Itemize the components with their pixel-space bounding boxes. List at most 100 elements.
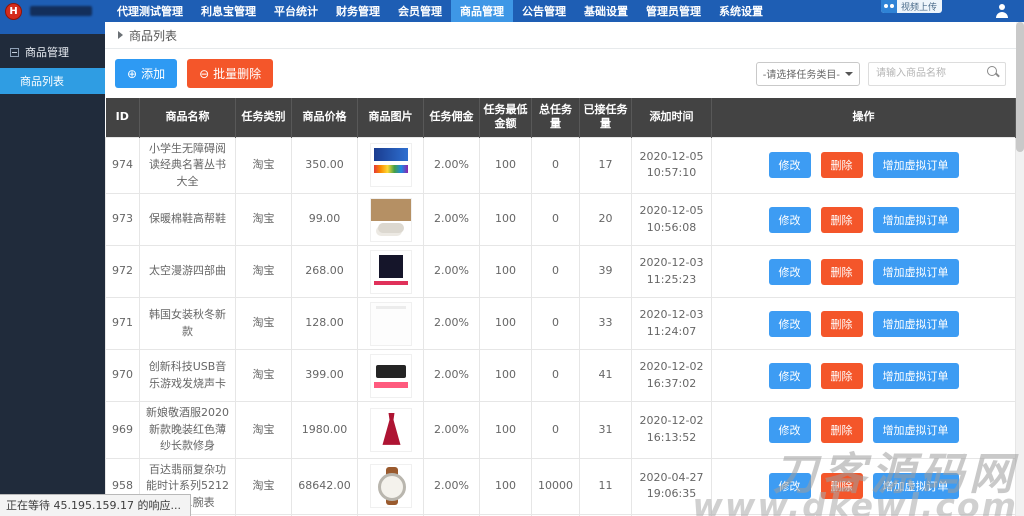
cell-actions: 修改删除增加虚拟订单 <box>712 458 1016 515</box>
search-input[interactable] <box>868 62 1006 86</box>
cell-total: 0 <box>532 402 580 459</box>
cell-time: 2020-04-27 19:06:35 <box>632 458 712 515</box>
column-header: 已接任务量 <box>580 98 632 137</box>
nav-item-1[interactable]: 代理测试管理 <box>108 0 192 22</box>
search-icon[interactable] <box>987 66 1000 79</box>
nav-item-6[interactable]: 商品管理 <box>451 0 513 22</box>
cell-total: 0 <box>532 194 580 246</box>
delete-button[interactable]: 删除 <box>821 417 863 443</box>
content-area: 商品列表 ⊕ 添加 ⊖ 批量删除 -请选择任务类目- ID商品名称任 <box>105 22 1016 516</box>
add-virtual-order-button[interactable]: 增加虚拟订单 <box>873 417 959 443</box>
table-row: 974小学生无障碍阅读经典名著丛书大全淘宝350.002.00%10001720… <box>106 137 1016 194</box>
cell-accepted: 20 <box>580 194 632 246</box>
cell-id: 974 <box>106 137 140 194</box>
column-header: 总任务量 <box>532 98 580 137</box>
cell-product-image <box>358 458 424 515</box>
cell-commission: 2.00% <box>424 458 480 515</box>
edit-button[interactable]: 修改 <box>769 259 811 285</box>
delete-button[interactable]: 删除 <box>821 473 863 499</box>
cell-commission: 2.00% <box>424 350 480 402</box>
user-icon[interactable] <box>994 4 1010 18</box>
delete-button[interactable]: 删除 <box>821 207 863 233</box>
cell-accepted: 31 <box>580 402 632 459</box>
cell-id: 972 <box>106 246 140 298</box>
cell-total: 0 <box>532 298 580 350</box>
delete-button[interactable]: 删除 <box>821 259 863 285</box>
sidebar-group-label: 商品管理 <box>25 44 69 60</box>
cell-commission: 2.00% <box>424 246 480 298</box>
delete-button[interactable]: 删除 <box>821 363 863 389</box>
add-virtual-order-button[interactable]: 增加虚拟订单 <box>873 259 959 285</box>
sidebar-group-product-management[interactable]: 商品管理 <box>0 34 105 68</box>
cell-accepted: 33 <box>580 298 632 350</box>
nav-item-7[interactable]: 公告管理 <box>513 0 575 22</box>
edit-button[interactable]: 修改 <box>769 311 811 337</box>
cell-type: 淘宝 <box>236 350 292 402</box>
cell-actions: 修改删除增加虚拟订单 <box>712 402 1016 459</box>
cell-accepted: 39 <box>580 246 632 298</box>
table-row: 972太空漫游四部曲淘宝268.002.00%1000392020-12-03 … <box>106 246 1016 298</box>
cell-name: 韩国女装秋冬新款 <box>140 298 236 350</box>
edit-button[interactable]: 修改 <box>769 473 811 499</box>
cell-actions: 修改删除增加虚拟订单 <box>712 350 1016 402</box>
add-virtual-order-button[interactable]: 增加虚拟订单 <box>873 473 959 499</box>
sidebar: 商品管理 商品列表 <box>0 22 105 516</box>
search-box <box>868 61 1006 86</box>
cell-type: 淘宝 <box>236 402 292 459</box>
cell-type: 淘宝 <box>236 194 292 246</box>
cell-min_amount: 100 <box>480 194 532 246</box>
scrollbar-thumb[interactable] <box>1016 22 1024 152</box>
add-virtual-order-button[interactable]: 增加虚拟订单 <box>873 311 959 337</box>
cell-type: 淘宝 <box>236 246 292 298</box>
video-upload-badge[interactable]: 视频上传 <box>881 0 942 13</box>
nav-item-8[interactable]: 基础设置 <box>575 0 637 22</box>
cell-min_amount: 100 <box>480 458 532 515</box>
add-virtual-order-button[interactable]: 增加虚拟订单 <box>873 207 959 233</box>
delete-button[interactable]: 删除 <box>821 311 863 337</box>
nav-item-3[interactable]: 平台统计 <box>265 0 327 22</box>
nav-item-4[interactable]: 财务管理 <box>327 0 389 22</box>
cell-time: 2020-12-03 11:25:23 <box>632 246 712 298</box>
column-header: 添加时间 <box>632 98 712 137</box>
cell-total: 0 <box>532 137 580 194</box>
product-thumbnail-watch <box>370 464 412 508</box>
add-virtual-order-button[interactable]: 增加虚拟订单 <box>873 363 959 389</box>
edit-button[interactable]: 修改 <box>769 363 811 389</box>
edit-button[interactable]: 修改 <box>769 152 811 178</box>
sidebar-item-product-list[interactable]: 商品列表 <box>0 68 105 94</box>
vertical-scrollbar[interactable] <box>1016 22 1024 516</box>
task-category-select[interactable]: -请选择任务类目- <box>756 62 860 86</box>
cell-id: 970 <box>106 350 140 402</box>
top-navbar: H 代理测试管理利息宝管理平台统计财务管理会员管理商品管理公告管理基础设置管理员… <box>0 0 1024 22</box>
caret-right-icon <box>118 31 123 39</box>
cell-product-image <box>358 402 424 459</box>
product-thumbnail-shoes <box>370 198 412 242</box>
cell-commission: 2.00% <box>424 402 480 459</box>
cell-product-image <box>358 350 424 402</box>
nav-item-9[interactable]: 管理员管理 <box>637 0 710 22</box>
cell-time: 2020-12-02 16:37:02 <box>632 350 712 402</box>
cell-id: 971 <box>106 298 140 350</box>
nav-item-5[interactable]: 会员管理 <box>389 0 451 22</box>
cell-price: 268.00 <box>292 246 358 298</box>
cell-name: 保暖棉鞋高帮鞋 <box>140 194 236 246</box>
table-header-row: ID商品名称任务类别商品价格商品图片任务佣金任务最低金额总任务量已接任务量添加时… <box>106 98 1016 137</box>
delete-button[interactable]: 删除 <box>821 152 863 178</box>
batch-delete-button[interactable]: ⊖ 批量删除 <box>187 59 273 88</box>
edit-button[interactable]: 修改 <box>769 417 811 443</box>
video-upload-label: 视频上传 <box>901 0 937 13</box>
column-header: 商品价格 <box>292 98 358 137</box>
cell-price: 128.00 <box>292 298 358 350</box>
product-thumbnail-books <box>370 143 412 187</box>
cell-product-image <box>358 246 424 298</box>
cell-actions: 修改删除增加虚拟订单 <box>712 246 1016 298</box>
add-virtual-order-button[interactable]: 增加虚拟订单 <box>873 152 959 178</box>
task-category-select-value: -请选择任务类目- <box>763 66 840 81</box>
table-row: 973保暖棉鞋高帮鞋淘宝99.002.00%1000202020-12-05 1… <box>106 194 1016 246</box>
column-header: ID <box>106 98 140 137</box>
add-button[interactable]: ⊕ 添加 <box>115 59 177 88</box>
edit-button[interactable]: 修改 <box>769 207 811 233</box>
nav-item-10[interactable]: 系统设置 <box>710 0 772 22</box>
nav-item-2[interactable]: 利息宝管理 <box>192 0 265 22</box>
table-row: 970创新科技USB音乐游戏发烧声卡淘宝399.002.00%100041202… <box>106 350 1016 402</box>
